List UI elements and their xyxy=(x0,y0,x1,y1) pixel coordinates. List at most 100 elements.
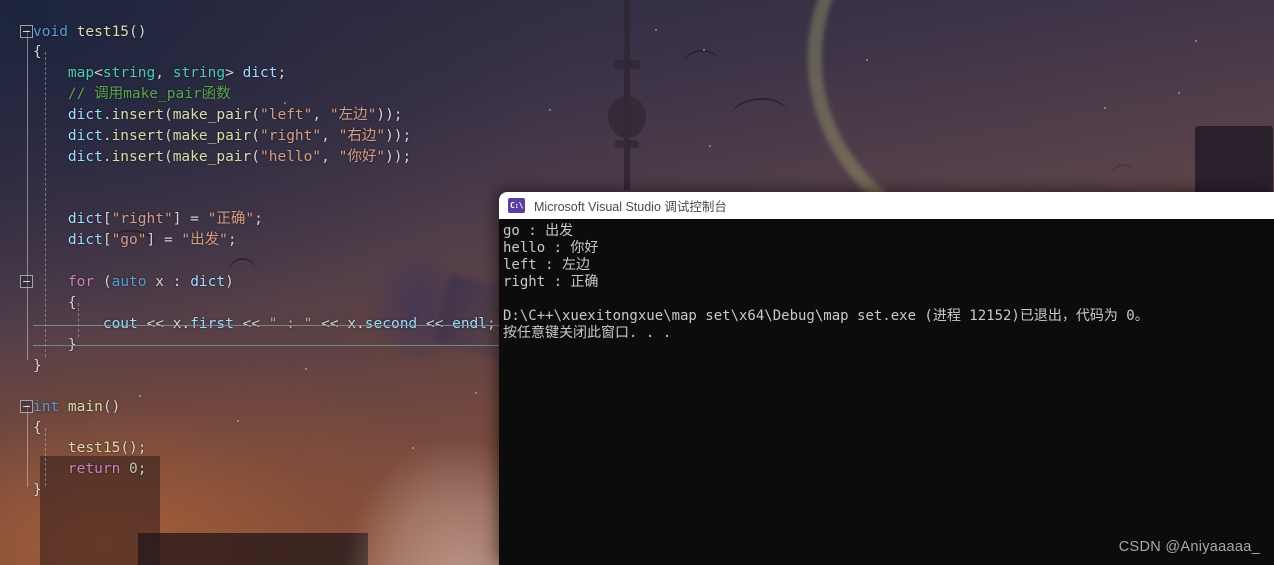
code-line[interactable]: map<string, string> dict; xyxy=(33,63,286,84)
fold-toggle-for-loop[interactable] xyxy=(20,275,33,288)
code-token: dict xyxy=(67,149,103,165)
code-token: return xyxy=(67,461,121,477)
code-token: } xyxy=(33,482,42,498)
code-token: make_pair xyxy=(172,107,252,123)
code-token: make_pair xyxy=(172,149,252,165)
tower-bulb-icon xyxy=(608,96,646,138)
code-token: [ xyxy=(102,232,112,248)
console-output-area[interactable]: go : 出发 hello : 你好 left : 左边 right : 正确 D:\C… xyxy=(499,219,1274,565)
code-token: "正确" xyxy=(207,211,255,227)
code-token: )); xyxy=(385,149,412,165)
code-token: ; xyxy=(227,232,237,248)
code-token: )); xyxy=(376,107,403,123)
code-token: insert xyxy=(111,149,164,165)
code-token: "左边" xyxy=(329,107,377,123)
code-line[interactable]: dict["go"] = "出发"; xyxy=(33,230,237,251)
code-token: , xyxy=(321,149,339,165)
console-icon-label: C:\ xyxy=(510,200,523,210)
code-token: ] = xyxy=(172,211,208,227)
code-token: dict xyxy=(67,107,103,123)
console-titlebar[interactable]: C:\ Microsoft Visual Studio 调试控制台 xyxy=(499,192,1274,219)
code-line[interactable]: // 调用make_pair函数 xyxy=(33,84,231,105)
code-line[interactable]: { xyxy=(33,42,42,63)
code-line[interactable]: dict.insert(make_pair("right", "右边")); xyxy=(33,126,411,147)
code-token: ( xyxy=(251,149,261,165)
code-editor-pane[interactable]: void test15(){ map<string, string> dict;… xyxy=(0,0,500,565)
code-token: { xyxy=(33,44,42,60)
code-line[interactable]: int main() xyxy=(33,397,120,418)
code-line[interactable]: } xyxy=(33,480,42,501)
code-line[interactable]: { xyxy=(33,293,77,314)
console-window[interactable]: C:\ Microsoft Visual Studio 调试控制台 go : 出… xyxy=(499,192,1274,565)
code-token: , xyxy=(155,65,173,81)
code-token: dict xyxy=(67,232,103,248)
star-icon xyxy=(1195,40,1197,42)
code-token: 0 xyxy=(129,461,138,477)
code-token: dict xyxy=(67,211,103,227)
star-icon xyxy=(866,59,868,61)
screen-root: void test15(){ map<string, string> dict;… xyxy=(0,0,1274,565)
code-token: } xyxy=(33,358,42,374)
code-line[interactable]: dict["right"] = "正确"; xyxy=(33,209,263,230)
code-line[interactable]: for (auto x : dict) xyxy=(33,272,234,293)
code-line[interactable]: dict.insert(make_pair("hello", "你好")); xyxy=(33,147,411,168)
console-title: Microsoft Visual Studio 调试控制台 xyxy=(534,200,727,214)
bird-icon xyxy=(729,95,789,119)
fold-toggle-test15[interactable] xyxy=(20,25,33,38)
code-token: "你好" xyxy=(338,149,386,165)
code-token: : xyxy=(172,274,191,290)
console-line: 按任意键关闭此窗口. . . xyxy=(503,325,672,341)
code-token: insert xyxy=(111,128,164,144)
code-token: () xyxy=(102,399,121,415)
code-token: make_pair xyxy=(172,128,252,144)
code-token: . xyxy=(102,149,112,165)
code-token: { xyxy=(33,420,42,436)
code-line[interactable]: test15(); xyxy=(33,438,147,459)
code-token: [ xyxy=(102,211,112,227)
fold-bracket-line xyxy=(27,70,28,360)
code-token: "hello" xyxy=(260,149,322,165)
code-token: , xyxy=(321,128,339,144)
code-token: { xyxy=(33,295,77,311)
building-silhouette-right-icon xyxy=(1195,126,1273,196)
console-line: hello : 你好 xyxy=(503,240,599,256)
code-token: ( xyxy=(163,128,173,144)
code-token: "出发" xyxy=(181,232,228,248)
code-token: void xyxy=(33,24,77,40)
code-line[interactable]: return 0; xyxy=(33,459,147,480)
watermark-text: CSDN @Aniyaaaaa_ xyxy=(1118,539,1260,555)
code-token: "right" xyxy=(111,211,173,227)
code-token: ; xyxy=(277,65,287,81)
code-line[interactable]: void test15() xyxy=(33,22,147,43)
code-token: for xyxy=(67,274,95,290)
code-line[interactable]: } xyxy=(33,356,42,377)
code-token: "left" xyxy=(260,107,313,123)
star-icon xyxy=(703,49,705,51)
code-token: dict xyxy=(190,274,226,290)
current-line-highlight xyxy=(33,325,500,346)
fold-bracket-line xyxy=(27,405,28,487)
fold-margin[interactable] xyxy=(0,0,33,565)
tower-ring-upper-icon xyxy=(614,60,640,69)
code-token: ; xyxy=(137,461,147,477)
console-line: right : 正确 xyxy=(503,274,599,290)
code-line[interactable]: dict.insert(make_pair("left", "左边")); xyxy=(33,105,403,126)
code-token: ( xyxy=(94,274,112,290)
code-token: ; xyxy=(254,211,263,227)
code-token: // 调用make_pair函数 xyxy=(33,86,231,102)
code-token: x xyxy=(146,274,173,290)
code-token: . xyxy=(102,128,112,144)
code-token: ( xyxy=(251,107,261,123)
code-token: () xyxy=(120,440,138,456)
code-token: test15 xyxy=(67,440,121,456)
fold-toggle-main[interactable] xyxy=(20,400,33,413)
code-line[interactable]: { xyxy=(33,418,42,439)
